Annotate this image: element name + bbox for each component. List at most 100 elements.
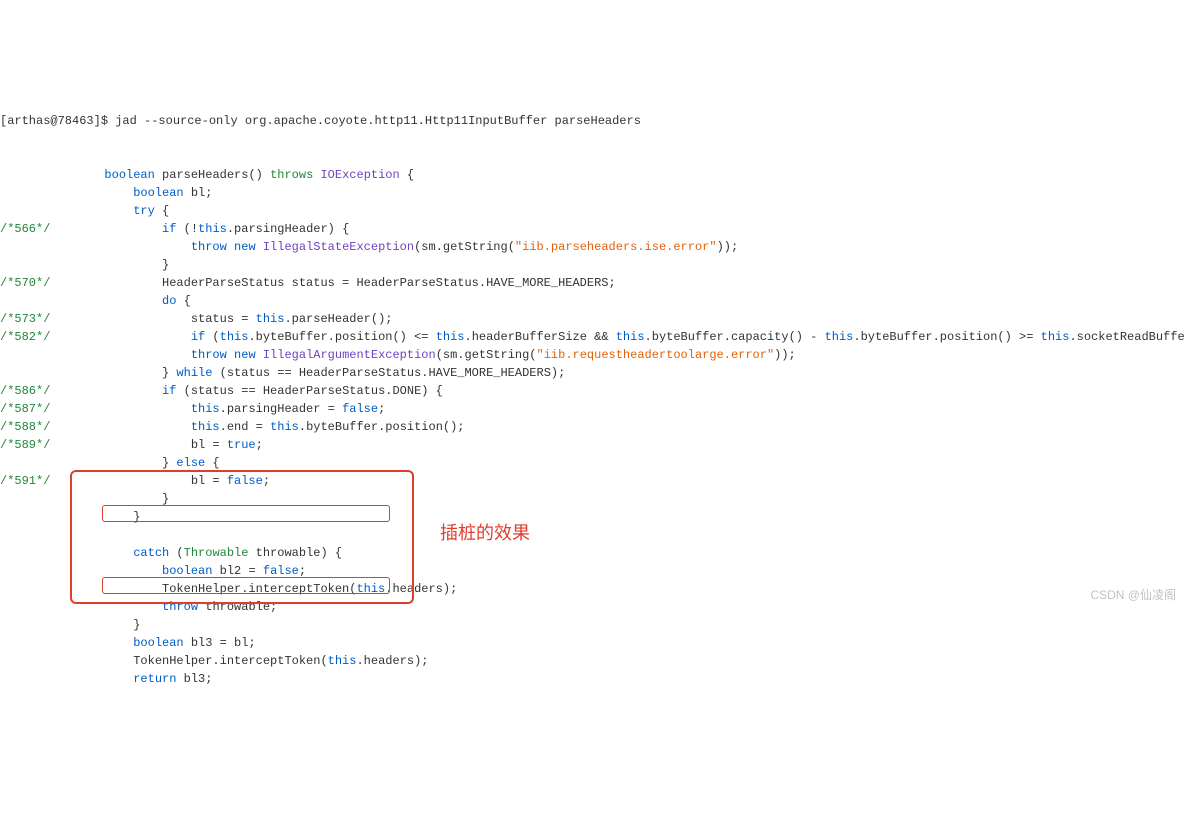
token: throw [162, 600, 198, 614]
token [227, 348, 234, 362]
token: IOException [320, 168, 399, 182]
token: { [205, 456, 219, 470]
token [54, 330, 191, 344]
code-content: boolean parseHeaders() throws IOExceptio… [54, 168, 414, 182]
code-line: /*588*/ this.end = this.byteBuffer.posit… [0, 418, 1184, 436]
token: this [1041, 330, 1070, 344]
token: (sm.getString( [414, 240, 515, 254]
token: .headers); [385, 582, 457, 596]
code-line: try { [0, 202, 1184, 220]
token [54, 222, 162, 236]
code-content: } while (status == HeaderParseStatus.HAV… [54, 366, 565, 380]
code-content: if (!this.parsingHeader) { [54, 222, 349, 236]
code-content: catch (Throwable throwable) { [54, 546, 342, 560]
watermark: CSDN @仙凌阁 [1090, 586, 1176, 604]
token: { [400, 168, 414, 182]
code-line: } else { [0, 454, 1184, 472]
token: do [162, 294, 176, 308]
token: throwable) { [248, 546, 342, 560]
token: ; [378, 402, 385, 416]
shell-command: jad --source-only org.apache.coyote.http… [115, 114, 641, 128]
token: this [191, 420, 220, 434]
code-content: this.end = this.byteBuffer.position(); [54, 420, 465, 434]
token: else [176, 456, 205, 470]
code-line: throw new IllegalStateException(sm.getSt… [0, 238, 1184, 256]
code-line: } [0, 616, 1184, 634]
code-line: } [0, 256, 1184, 274]
token: ; [256, 438, 263, 452]
token: bl; [184, 186, 213, 200]
token: this [616, 330, 645, 344]
token: new [234, 240, 256, 254]
token: try [133, 204, 155, 218]
token: .byteBuffer.position(); [299, 420, 465, 434]
line-marker: /*566*/ [0, 220, 54, 238]
code-content: HeaderParseStatus status = HeaderParseSt… [54, 276, 616, 290]
token: boolean [133, 636, 183, 650]
code-content: } [54, 510, 140, 524]
code-line: /*570*/ HeaderParseStatus status = Heade… [0, 274, 1184, 292]
token: false [263, 564, 299, 578]
token [256, 240, 263, 254]
code-line: do { [0, 292, 1184, 310]
code-content: if (this.byteBuffer.position() <= this.h… [54, 330, 1184, 344]
code-line: /*573*/ status = this.parseHeader(); [0, 310, 1184, 328]
token: "iib.requestheadertoolarge.error" [537, 348, 775, 362]
token: if [162, 384, 176, 398]
token: this [198, 222, 227, 236]
token [54, 240, 191, 254]
code-content: } else { [54, 456, 220, 470]
token: ( [169, 546, 183, 560]
token: parseHeaders() [155, 168, 270, 182]
token [54, 348, 191, 362]
token: "iib.parseheaders.ise.error" [515, 240, 717, 254]
code-lines: boolean parseHeaders() throws IOExceptio… [0, 166, 1184, 688]
code-content: try { [54, 204, 169, 218]
token: (sm.getString( [436, 348, 537, 362]
token: { [176, 294, 190, 308]
token: bl3; [176, 672, 212, 686]
token: TokenHelper.interceptToken( [54, 654, 328, 668]
token: true [227, 438, 256, 452]
prompt-line: [arthas@78463]$ jad --source-only org.ap… [0, 112, 1184, 130]
token [54, 636, 133, 650]
token: status = [54, 312, 256, 326]
code-line: TokenHelper.interceptToken(this.headers)… [0, 652, 1184, 670]
token: this [256, 312, 285, 326]
token: } [54, 510, 140, 524]
token: } [54, 492, 169, 506]
code-line: throw throwable; [0, 598, 1184, 616]
token: throws [270, 168, 313, 182]
code-line: } [0, 490, 1184, 508]
token: this [356, 582, 385, 596]
token [54, 186, 133, 200]
token: false [227, 474, 263, 488]
code-content: throw throwable; [54, 600, 277, 614]
line-marker: /*570*/ [0, 274, 54, 292]
token: ( [205, 330, 219, 344]
token: .headerBufferSize && [465, 330, 616, 344]
code-content: bl = false; [54, 474, 270, 488]
code-line: boolean bl2 = false; [0, 562, 1184, 580]
code-line: /*589*/ bl = true; [0, 436, 1184, 454]
code-content: TokenHelper.interceptToken(this.headers)… [54, 582, 457, 596]
token [54, 384, 162, 398]
code-line: boolean bl3 = bl; [0, 634, 1184, 652]
token [54, 168, 104, 182]
token: .parseHeader(); [284, 312, 392, 326]
token: throwable; [198, 600, 277, 614]
token: return [133, 672, 176, 686]
token [54, 672, 133, 686]
token: while [176, 366, 212, 380]
token: IllegalStateException [263, 240, 414, 254]
token: ; [263, 474, 270, 488]
code-content: this.parsingHeader = false; [54, 402, 385, 416]
token: bl = [54, 438, 227, 452]
token: .socketReadBufferSize) [1069, 330, 1184, 344]
token: bl = [54, 474, 227, 488]
token: TokenHelper.interceptToken( [54, 582, 356, 596]
code-line: TokenHelper.interceptToken(this.headers)… [0, 580, 1184, 598]
line-marker: /*582*/ [0, 328, 54, 346]
line-marker: /*586*/ [0, 382, 54, 400]
code-line: throw new IllegalArgumentException(sm.ge… [0, 346, 1184, 364]
